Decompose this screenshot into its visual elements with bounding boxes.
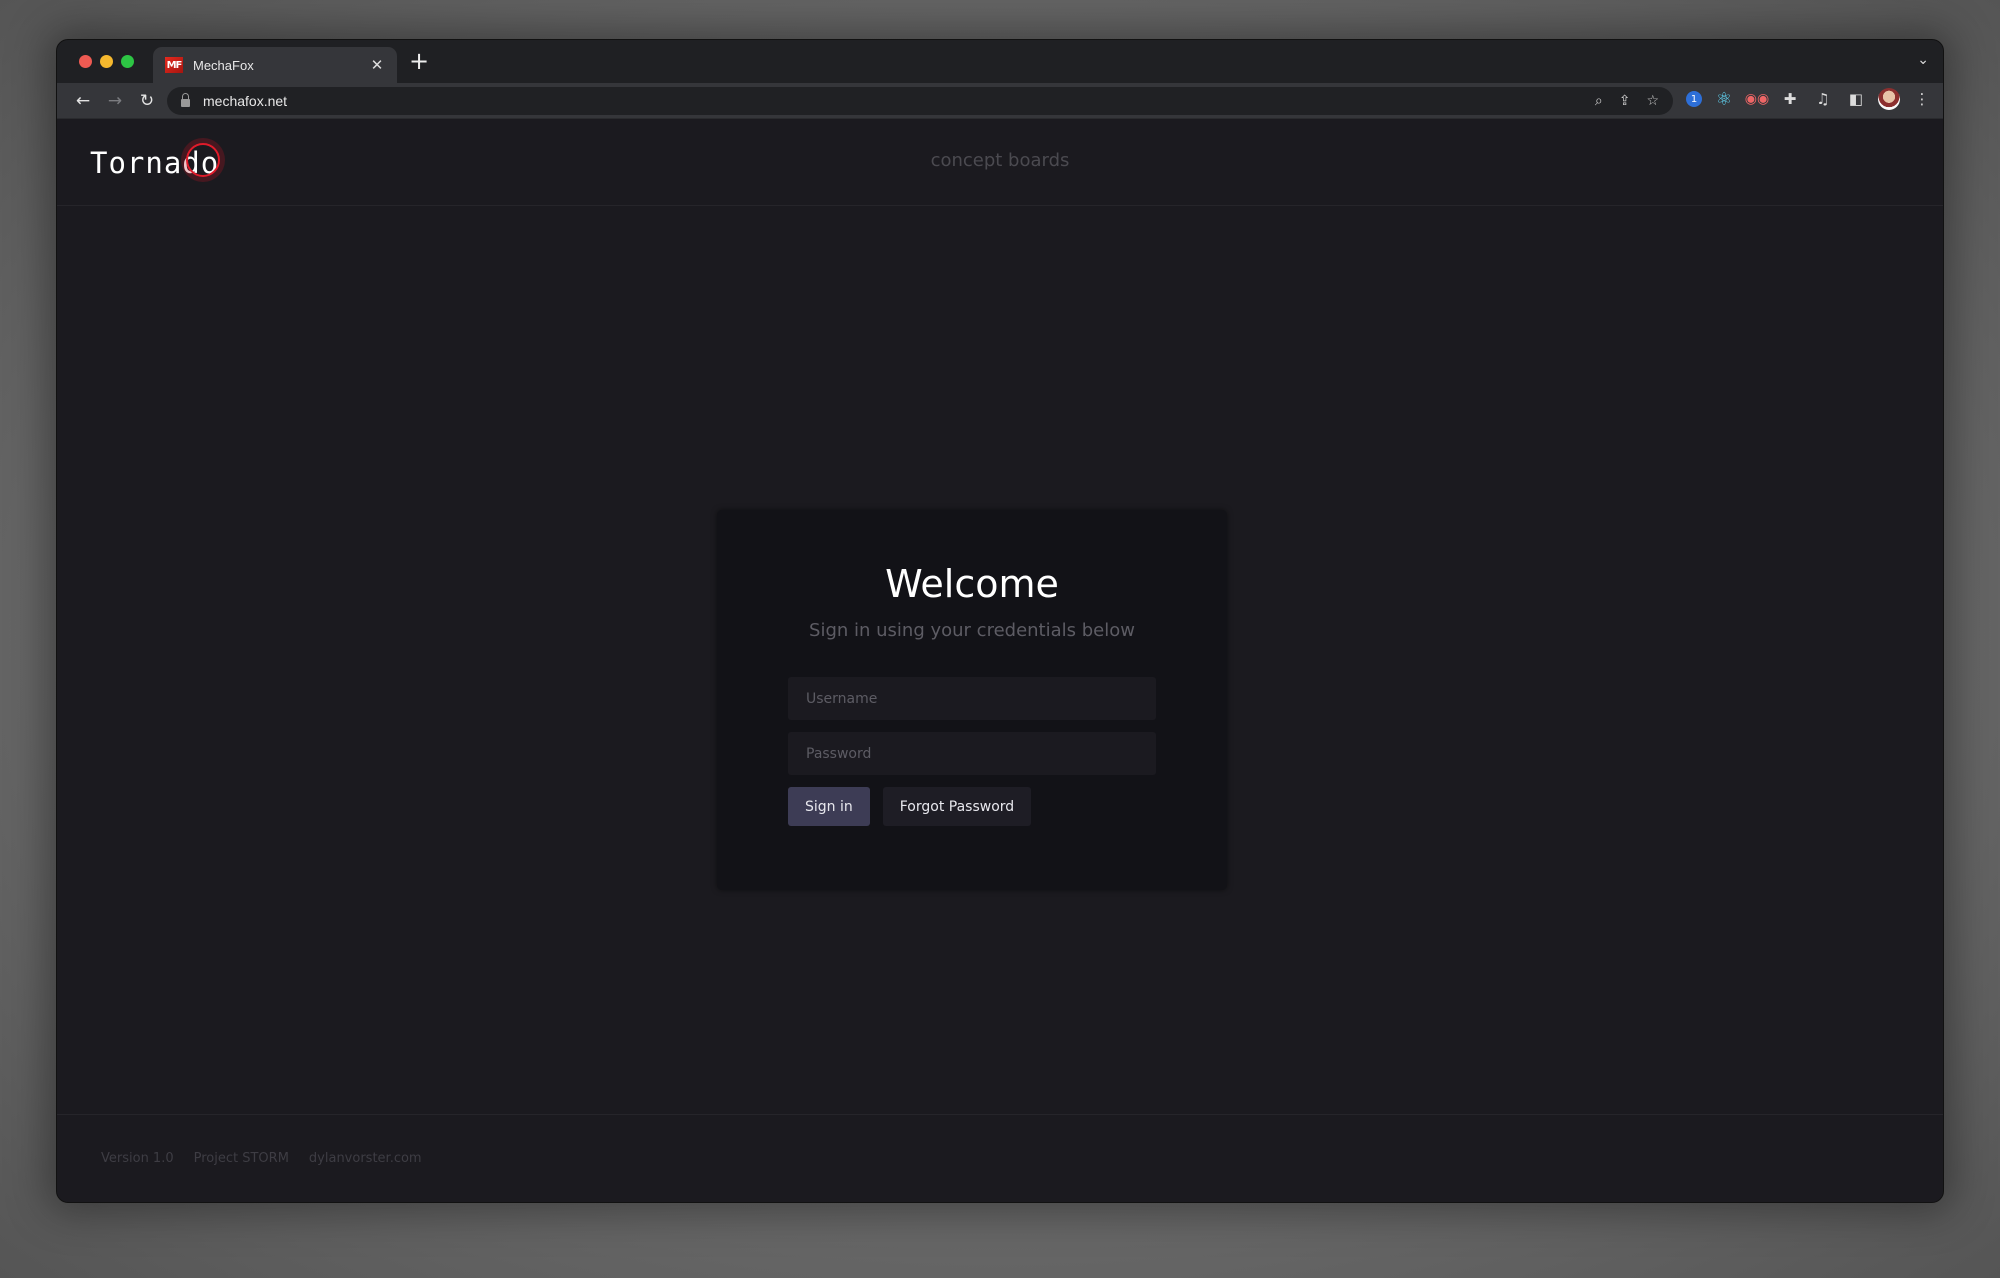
url-text[interactable]: mechafox.net — [203, 93, 287, 109]
maximize-window-button[interactable] — [121, 55, 134, 68]
spy-extension-icon[interactable]: ◉◉ — [1745, 88, 1769, 110]
back-button[interactable]: ← — [67, 91, 99, 111]
reload-button[interactable]: ↻ — [131, 91, 163, 111]
1password-icon[interactable]: 1 — [1686, 91, 1702, 107]
footer-project-link[interactable]: Project STORM — [194, 1151, 289, 1166]
profile-avatar[interactable] — [1878, 88, 1900, 110]
bookmark-star-icon[interactable]: ☆ — [1646, 93, 1659, 109]
tab-title: MechaFox — [193, 57, 254, 73]
browser-toolbar: ← → ↻ mechafox.net ⌕ ⇪ ☆ 1 ⚛ ◉◉ ✚ ♫ ◧ ⋮ — [57, 83, 1943, 119]
footer-version: Version 1.0 — [101, 1151, 174, 1166]
login-subtitle: Sign in using your credentials below — [809, 620, 1135, 641]
extensions-puzzle-icon[interactable]: ✚ — [1779, 88, 1801, 110]
forgot-password-button[interactable]: Forgot Password — [882, 787, 1032, 826]
minimize-window-button[interactable] — [100, 55, 113, 68]
forward-button[interactable]: → — [99, 91, 131, 111]
site-footer: Version 1.0 Project STORM dylanvorster.c… — [57, 1114, 1943, 1202]
tab-search-chevron-down-icon[interactable]: ⌄ — [1917, 52, 1929, 68]
react-devtools-icon[interactable]: ⚛ — [1713, 88, 1735, 110]
extensions-area: 1 ⚛ ◉◉ ✚ ♫ ◧ ⋮ — [1686, 88, 1933, 110]
lock-icon[interactable] — [181, 93, 190, 107]
username-input[interactable] — [788, 677, 1156, 720]
new-tab-button[interactable]: + — [409, 49, 429, 73]
tab-mechafox[interactable]: MF MechaFox ✕ — [153, 47, 397, 83]
close-window-button[interactable] — [79, 55, 92, 68]
login-card: Welcome Sign in using your credentials b… — [717, 510, 1227, 890]
site-header: Tornado concept boards — [57, 120, 1943, 206]
close-tab-icon[interactable]: ✕ — [369, 56, 385, 74]
address-bar[interactable]: mechafox.net ⌕ ⇪ ☆ — [167, 87, 1673, 115]
zoom-search-icon[interactable]: ⌕ — [1595, 93, 1603, 109]
tab-strip: MF MechaFox ✕ + ⌄ — [57, 40, 1943, 83]
footer-author-link[interactable]: dylanvorster.com — [309, 1151, 422, 1166]
share-icon[interactable]: ⇪ — [1619, 93, 1631, 109]
media-queue-icon[interactable]: ♫ — [1812, 88, 1834, 110]
mechafox-favicon-icon: MF — [165, 57, 183, 73]
sign-in-button[interactable]: Sign in — [788, 787, 870, 826]
browser-window: MF MechaFox ✕ + ⌄ ← → ↻ mechafox.net ⌕ ⇪… — [56, 39, 1944, 1203]
password-input[interactable] — [788, 732, 1156, 775]
login-actions: Sign in Forgot Password — [788, 787, 1156, 826]
kebab-menu-icon[interactable]: ⋮ — [1911, 88, 1933, 110]
page-content: Tornado concept boards Welcome Sign in u… — [57, 120, 1943, 1202]
side-panel-icon[interactable]: ◧ — [1845, 88, 1867, 110]
window-controls — [79, 55, 134, 68]
header-tagline: concept boards — [930, 150, 1070, 171]
welcome-heading: Welcome — [885, 562, 1059, 606]
